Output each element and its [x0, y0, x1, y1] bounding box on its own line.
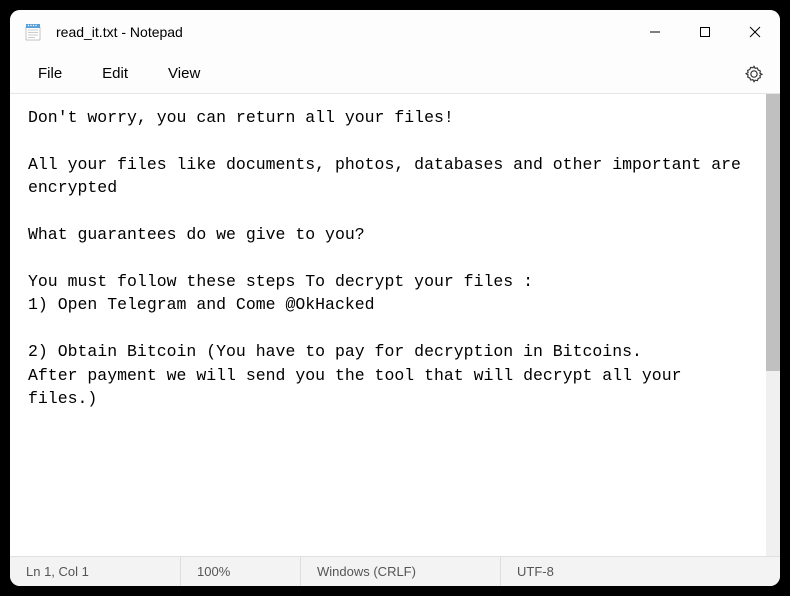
settings-button[interactable]	[736, 56, 772, 92]
menu-file[interactable]: File	[18, 59, 82, 88]
titlebar[interactable]: read_it.txt - Notepad	[10, 10, 780, 54]
menubar: File Edit View	[10, 54, 780, 94]
menu-view[interactable]: View	[148, 59, 220, 88]
window-title: read_it.txt - Notepad	[56, 24, 630, 40]
scrollbar-thumb[interactable]	[766, 94, 780, 371]
notepad-icon	[24, 23, 42, 41]
status-encoding: UTF-8	[500, 557, 780, 586]
minimize-button[interactable]	[630, 10, 680, 54]
menu-edit[interactable]: Edit	[82, 59, 148, 88]
text-editor[interactable]: Don't worry, you can return all your fil…	[10, 94, 766, 556]
close-button[interactable]	[730, 10, 780, 54]
status-position: Ln 1, Col 1	[10, 557, 180, 586]
content-area: Don't worry, you can return all your fil…	[10, 94, 780, 556]
gear-icon	[745, 65, 763, 83]
status-zoom: 100%	[180, 557, 300, 586]
maximize-button[interactable]	[680, 10, 730, 54]
status-line-ending: Windows (CRLF)	[300, 557, 500, 586]
statusbar: Ln 1, Col 1 100% Windows (CRLF) UTF-8	[10, 556, 780, 586]
window-controls	[630, 10, 780, 54]
notepad-window: read_it.txt - Notepad File Edit View Don…	[10, 10, 780, 586]
vertical-scrollbar[interactable]	[766, 94, 780, 556]
